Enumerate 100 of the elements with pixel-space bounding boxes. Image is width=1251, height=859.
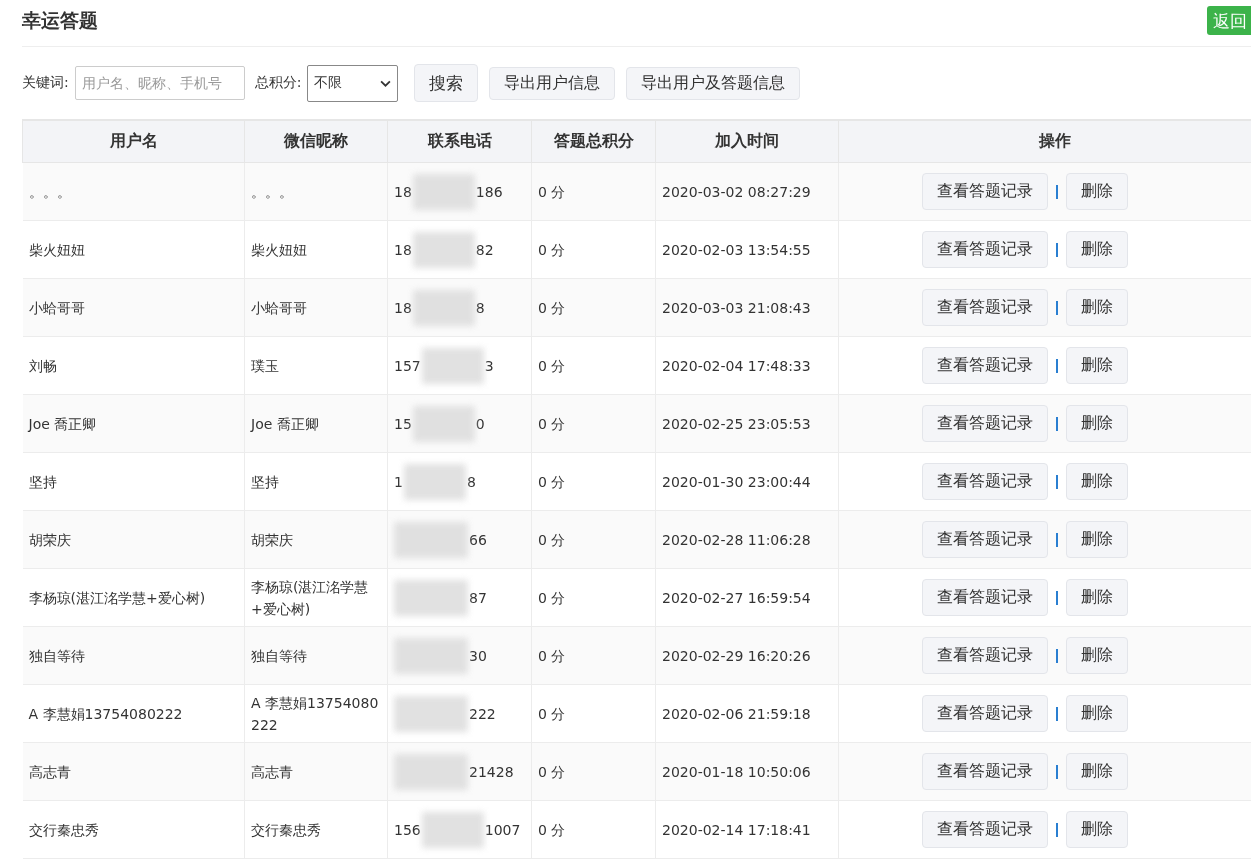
table-cell: 柴火妞妞: [22, 220, 245, 279]
delete-button[interactable]: 删除: [1066, 231, 1128, 268]
delete-button[interactable]: 删除: [1066, 173, 1128, 210]
table-cell: 2020-02-06 21:59:18: [655, 684, 839, 743]
column-header: 联系电话: [387, 120, 532, 163]
table-cell: 0 分: [531, 626, 656, 685]
view-records-button[interactable]: 查看答题记录: [922, 521, 1048, 558]
table-cell: 2020-03-03 21:08:43: [655, 278, 839, 337]
table-cell: Joe 喬正卿: [22, 394, 245, 453]
table-cell: 2020-01-18 10:50:06: [655, 742, 839, 801]
view-records-button[interactable]: 查看答题记录: [922, 173, 1048, 210]
table-cell: 交行秦忠秀: [22, 800, 245, 859]
table-cell: 高志青: [244, 742, 388, 801]
phone-fragment: 157: [394, 356, 421, 376]
table-cell: 2020-02-27 16:59:54: [655, 568, 839, 627]
table-cell: 独自等待: [22, 626, 245, 685]
table-cell: 0 分: [531, 568, 656, 627]
phone-fragment: 1: [394, 472, 403, 492]
column-header: 加入时间: [655, 120, 839, 163]
score-dropdown[interactable]: 不限: [307, 64, 399, 102]
table-cell: A 李慧娟13754080222: [22, 684, 245, 743]
table-cell: 胡荣庆: [244, 510, 388, 569]
table-cell: 。。。: [22, 162, 245, 221]
delete-button[interactable]: 删除: [1066, 753, 1128, 790]
redaction-blur: [421, 811, 484, 848]
redaction-blur: [403, 463, 466, 500]
table-cell: 李杨琼(湛江洺学慧+爱心树): [22, 568, 245, 627]
phone-fragment: 1007: [484, 820, 521, 840]
view-records-button[interactable]: 查看答题记录: [922, 753, 1048, 790]
table-cell: 坚持: [244, 452, 388, 511]
page-title: 幸运答题: [22, 8, 98, 33]
delete-button[interactable]: 删除: [1066, 347, 1128, 384]
table-cell: 坚持: [22, 452, 245, 511]
table-cell: 2020-03-02 08:27:29: [655, 162, 839, 221]
phone-fragment: 3: [484, 356, 494, 376]
delete-button[interactable]: 删除: [1066, 521, 1128, 558]
delete-button[interactable]: 删除: [1066, 463, 1128, 500]
table-cell: 0 分: [531, 162, 656, 221]
keyword-label: 关键词:: [22, 74, 69, 92]
table-cell: 高志青: [22, 742, 245, 801]
redaction-blur: [421, 347, 484, 384]
table-cell: 0 分: [531, 742, 656, 801]
phone-fragment: 186: [475, 182, 503, 202]
redaction-blur: [412, 405, 475, 442]
table-cell: 0 分: [531, 800, 656, 859]
view-records-button[interactable]: 查看答题记录: [922, 579, 1048, 616]
delete-button[interactable]: 删除: [1066, 695, 1128, 732]
phone-fragment: 18: [394, 182, 412, 202]
view-records-button[interactable]: 查看答题记录: [922, 637, 1048, 674]
table-cell: 2020-02-25 23:05:53: [655, 394, 839, 453]
delete-button[interactable]: 删除: [1066, 811, 1128, 848]
search-button[interactable]: 搜索: [414, 64, 479, 102]
delete-button[interactable]: 删除: [1066, 579, 1128, 616]
chevron-icon: [380, 79, 392, 87]
column-header: 操作: [838, 120, 1251, 163]
table-cell: 柴火妞妞: [244, 220, 388, 279]
table-cell: 0 分: [531, 278, 656, 337]
phone-fragment: 8: [466, 472, 476, 492]
phone-fragment: 18: [394, 298, 412, 318]
keyword-field[interactable]: 用户名、昵称、手机号: [74, 66, 245, 100]
column-header: 用户名: [22, 120, 245, 163]
phone-fragment: 15: [394, 414, 412, 434]
view-records-button[interactable]: 查看答题记录: [922, 405, 1048, 442]
delete-button[interactable]: 删除: [1066, 289, 1128, 326]
table-cell: 刘畅: [22, 336, 245, 395]
table-cell: 0 分: [531, 510, 656, 569]
table-cell: 2020-01-30 23:00:44: [655, 452, 839, 511]
phone-fragment: 18: [394, 240, 412, 260]
table-cell: 0 分: [531, 394, 656, 453]
delete-button[interactable]: 删除: [1066, 637, 1128, 674]
table-cell: 小蛤哥哥: [244, 278, 388, 337]
view-records-button[interactable]: 查看答题记录: [922, 231, 1048, 268]
phone-fragment: 156: [394, 820, 421, 840]
table-cell: 璞玉: [244, 336, 388, 395]
export-button[interactable]: 导出用户及答题信息: [626, 66, 801, 100]
delete-button[interactable]: 删除: [1066, 405, 1128, 442]
export-button[interactable]: 导出用户信息: [489, 66, 616, 100]
phone-fragment: 87: [469, 588, 487, 608]
table-cell: 交行秦忠秀: [244, 800, 388, 859]
view-records-button[interactable]: 查看答题记录: [922, 347, 1048, 384]
redaction-blur: [412, 173, 475, 210]
phone-fragment: 222: [469, 704, 496, 724]
phone-fragment: 66: [469, 530, 487, 550]
table-cell: 2020-02-14 17:18:41: [655, 800, 839, 859]
table-cell: 2020-02-04 17:48:33: [655, 336, 839, 395]
table-cell: A 李慧娟13754080222: [244, 684, 388, 743]
view-records-button[interactable]: 查看答题记录: [922, 811, 1048, 848]
table-cell: 胡荣庆: [22, 510, 245, 569]
phone-fragment: 21428: [469, 762, 514, 782]
view-records-button[interactable]: 查看答题记录: [922, 695, 1048, 732]
score-label: 总积分:: [254, 74, 302, 92]
table-cell: 小蛤哥哥: [22, 278, 245, 337]
table-cell: 0 分: [531, 220, 656, 279]
view-records-button[interactable]: 查看答题记录: [922, 289, 1048, 326]
phone-fragment: 30: [469, 646, 487, 666]
column-header: 答题总积分: [531, 120, 656, 163]
view-records-button[interactable]: 查看答题记录: [922, 463, 1048, 500]
column-header: 微信昵称: [244, 120, 388, 163]
table-cell: 2020-02-28 11:06:28: [655, 510, 839, 569]
phone-fragment: 0: [475, 414, 485, 434]
